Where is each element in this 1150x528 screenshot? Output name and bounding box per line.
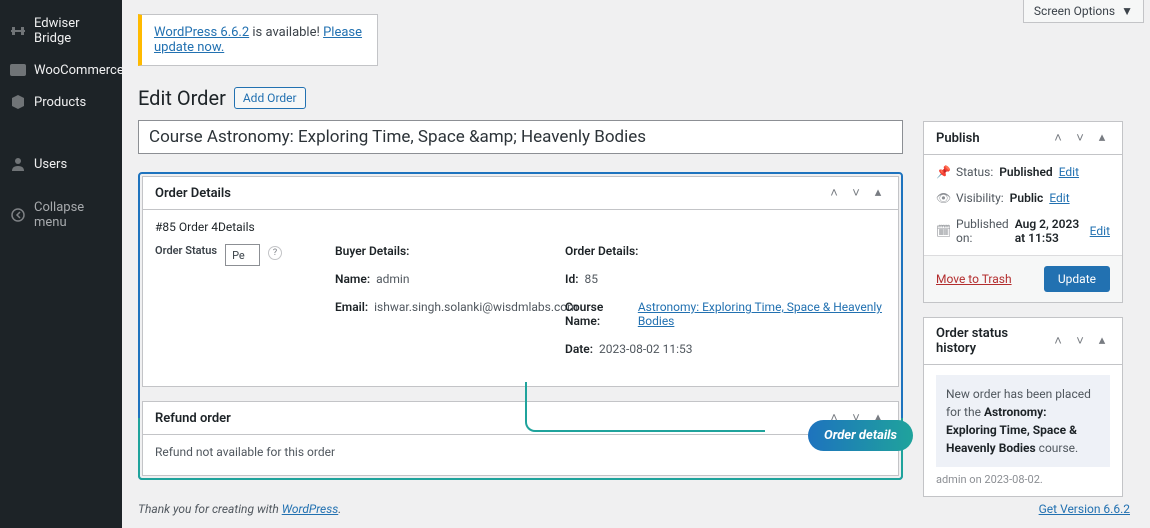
id-label: Id: xyxy=(565,272,578,286)
publish-box: Publish ˄ ˅ ▴ 📌 Status: Published Edit xyxy=(923,121,1123,303)
status-label: Status: xyxy=(956,165,993,179)
refund-header: Refund order ˄ ˅ ▴ xyxy=(143,402,898,435)
refund-order-box: Refund order ˄ ˅ ▴ Refund not available … xyxy=(142,401,899,476)
help-icon[interactable]: ? xyxy=(268,246,282,260)
chevron-down-icon[interactable]: ˅ xyxy=(848,185,864,201)
date-label: Date: xyxy=(565,342,593,356)
order-status-label: Order Status xyxy=(155,244,217,257)
calendar-icon: 🗓 xyxy=(936,224,950,238)
buyer-name: admin xyxy=(376,272,409,286)
sidebar-item-products[interactable]: Products xyxy=(0,86,122,118)
order-heading: Order Details: xyxy=(565,244,886,258)
sidebar-label: Edwiser Bridge xyxy=(34,16,112,46)
caret-up-icon[interactable]: ▴ xyxy=(1094,333,1110,349)
visibility-value: Public xyxy=(1010,191,1044,205)
sidebar-label: Collapse menu xyxy=(34,200,112,230)
notice-text: is available! xyxy=(249,25,323,40)
course-link[interactable]: Astronomy: Exploring Time, Space & Heave… xyxy=(638,300,882,328)
get-version-link[interactable]: Get Version 6.6.2 xyxy=(1039,502,1130,516)
order-details-box: Order Details ˄ ˅ ▴ #85 Order 4Details O… xyxy=(142,176,899,387)
order-id: 85 xyxy=(584,272,598,286)
publish-title: Publish xyxy=(936,131,980,146)
caret-down-icon: ▼ xyxy=(1121,4,1133,18)
email-label: Email: xyxy=(335,300,368,314)
caret-up-icon[interactable]: ▴ xyxy=(870,185,886,201)
update-notice: WordPress 6.6.2 is available! Please upd… xyxy=(138,14,378,66)
edit-published-link[interactable]: Edit xyxy=(1090,224,1110,238)
woo-icon xyxy=(10,62,26,78)
chevron-down-icon[interactable]: ˅ xyxy=(1072,333,1088,349)
history-meta: admin on 2023-08-02. xyxy=(936,473,1110,486)
order-date: 2023-08-02 11:53 xyxy=(599,342,692,356)
edit-status-link[interactable]: Edit xyxy=(1059,165,1079,179)
bridge-icon xyxy=(10,23,26,39)
admin-footer: Thank you for creating with WordPress. G… xyxy=(122,490,1150,528)
admin-sidebar: Edwiser Bridge WooCommerce Products User… xyxy=(0,0,122,528)
chevron-up-icon[interactable]: ˄ xyxy=(1050,333,1066,349)
users-icon xyxy=(10,156,26,172)
sidebar-label: Users xyxy=(34,157,67,172)
published-label: Published on: xyxy=(956,217,1009,245)
screen-options-tab[interactable]: Screen Options ▼ xyxy=(1023,0,1144,23)
sidebar-item-edwiser-bridge[interactable]: Edwiser Bridge xyxy=(0,8,122,54)
add-order-button[interactable]: Add Order xyxy=(234,87,306,109)
note-suffix: course. xyxy=(1036,441,1079,455)
order-details-title: Order Details xyxy=(155,186,231,201)
buyer-email: ishwar.singh.solanki@wisdmlabs.com xyxy=(374,300,578,314)
chevron-up-icon[interactable]: ˄ xyxy=(1050,130,1066,146)
edit-visibility-link[interactable]: Edit xyxy=(1049,191,1069,205)
order-title-input[interactable] xyxy=(138,120,903,154)
footer-text: Thank you for creating with xyxy=(138,502,282,516)
publish-header: Publish ˄ ˅ ▴ xyxy=(924,122,1122,155)
update-button[interactable]: Update xyxy=(1044,266,1110,292)
eye-icon: 👁 xyxy=(936,191,950,205)
visibility-label: Visibility: xyxy=(956,191,1004,205)
name-label: Name: xyxy=(335,272,370,286)
history-note: New order has been placed for the Astron… xyxy=(936,375,1110,467)
caret-up-icon[interactable]: ▴ xyxy=(1094,130,1110,146)
pin-icon: 📌 xyxy=(936,165,950,179)
callout-label: Order details xyxy=(808,420,913,451)
chevron-up-icon[interactable]: ˄ xyxy=(826,185,842,201)
collapse-icon xyxy=(10,207,26,223)
main-content: Screen Options ▼ WordPress 6.6.2 is avai… xyxy=(122,0,1150,528)
sidebar-item-woocommerce[interactable]: WooCommerce xyxy=(0,54,122,86)
sidebar-label: Products xyxy=(34,95,86,110)
refund-text: Refund not available for this order xyxy=(155,445,886,459)
order-subtitle: #85 Order 4Details xyxy=(155,220,886,234)
order-status-select[interactable]: Pe xyxy=(225,244,260,266)
sidebar-item-users[interactable]: Users xyxy=(0,148,122,180)
chevron-down-icon[interactable]: ˅ xyxy=(1072,130,1088,146)
wordpress-link[interactable]: WordPress xyxy=(282,502,339,516)
move-to-trash-link[interactable]: Move to Trash xyxy=(936,272,1012,286)
highlight-region: Order Details ˄ ˅ ▴ #85 Order 4Details O… xyxy=(138,172,903,480)
history-title: Order status history xyxy=(936,326,1050,356)
sidebar-item-collapse[interactable]: Collapse menu xyxy=(0,192,122,238)
history-header: Order status history ˄ ˅ ▴ xyxy=(924,318,1122,365)
status-value: Published xyxy=(999,165,1052,179)
sidebar-label: WooCommerce xyxy=(34,63,124,78)
course-label: Course Name: xyxy=(565,300,632,328)
page-title: Edit Order xyxy=(138,86,226,110)
published-value: Aug 2, 2023 at 11:53 xyxy=(1015,217,1084,245)
buyer-heading: Buyer Details: xyxy=(335,244,535,258)
order-status-history-box: Order status history ˄ ˅ ▴ New order has… xyxy=(923,317,1123,497)
callout-connector xyxy=(525,382,765,432)
screen-options-label: Screen Options xyxy=(1034,4,1115,18)
wordpress-version-link[interactable]: WordPress 6.6.2 xyxy=(154,25,249,40)
refund-title: Refund order xyxy=(155,411,231,426)
products-icon xyxy=(10,94,26,110)
order-details-header: Order Details ˄ ˅ ▴ xyxy=(143,177,898,210)
